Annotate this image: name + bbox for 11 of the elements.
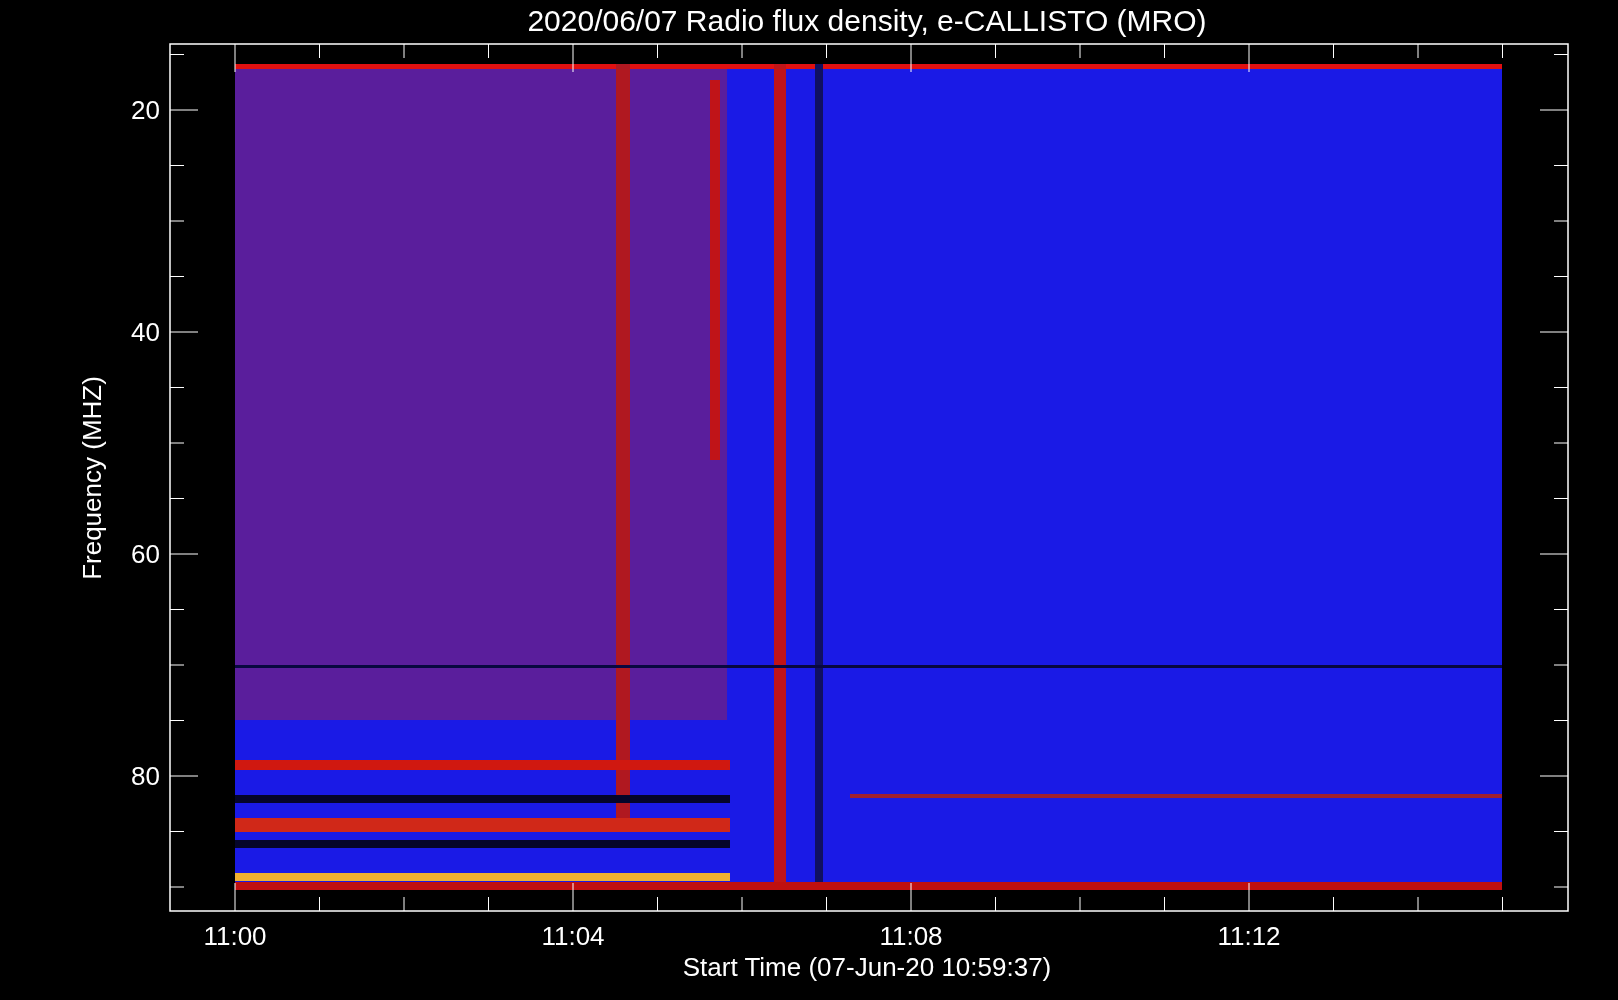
x-tick-label: 11:04 — [541, 921, 605, 951]
x-tick-label: 11:00 — [203, 921, 267, 951]
y-tick-label: 80 — [131, 761, 160, 791]
y-tick-label: 60 — [131, 539, 160, 569]
x-tick-label: 11:08 — [879, 921, 943, 951]
y-tick-label: 40 — [131, 317, 160, 347]
plot-title: 2020/06/07 Radio flux density, e-CALLISTO (MRO) — [527, 4, 1207, 37]
x-tick-label: 11:12 — [1217, 921, 1281, 951]
y-tick-label: 20 — [131, 95, 160, 125]
y-axis-label: Frequency (MHZ) — [77, 376, 107, 580]
x-axis-label: Start Time (07-Jun-20 10:59:37) — [682, 952, 1052, 982]
